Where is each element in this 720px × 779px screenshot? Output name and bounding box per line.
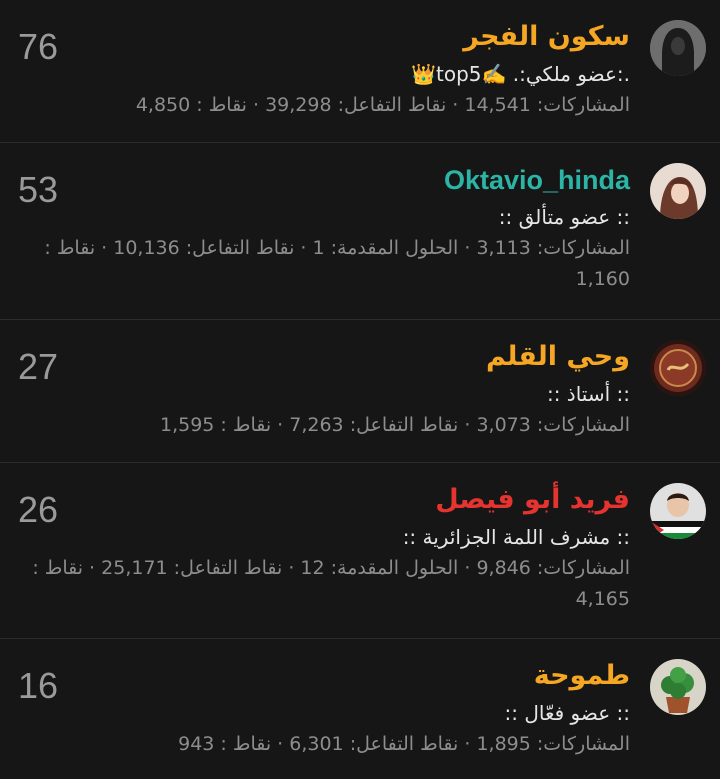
list-item[interactable]: 16 طموحة :: عضو فعّال :: المشاركات: 1,89… (0, 639, 720, 779)
username[interactable]: فريد أبو فيصل (14, 481, 630, 519)
member-stats: المشاركات: 1,895 · نقاط التفاعل: 6,301 ·… (178, 733, 630, 755)
member-rank: :: عضو فعّال :: (504, 701, 630, 725)
member-rank: :: مشرف اللمة الجزائرية :: (402, 525, 630, 549)
avatar[interactable] (650, 659, 706, 715)
hooded-figure-avatar-icon (650, 20, 706, 76)
girl-portrait-avatar-icon (650, 163, 706, 219)
avatar[interactable] (650, 163, 706, 219)
list-item[interactable]: 53 Oktavio_hinda :: عضو متألق :: المشارك… (0, 143, 720, 320)
member-stats: المشاركات: 3,113 · الحلول المقدمة: 1 · ن… (44, 237, 630, 290)
member-leaderboard: 76 سكون الفجر .:عضو ملكي:. ✍️top5👑 المشا… (0, 0, 720, 779)
member-stats: المشاركات: 3,073 · نقاط التفاعل: 7,263 ·… (159, 414, 630, 436)
calligraphy-medallion-avatar-icon (650, 340, 706, 396)
avatar[interactable] (650, 340, 706, 396)
username[interactable]: Oktavio_hinda (14, 161, 630, 199)
member-rank: :: أستاذ :: (546, 382, 630, 406)
username[interactable]: وحي القلم (14, 338, 630, 376)
potted-plant-avatar-icon (650, 659, 706, 715)
username[interactable]: طموحة (14, 657, 630, 695)
member-stats: المشاركات: 9,846 · الحلول المقدمة: 12 · … (32, 557, 630, 610)
avatar[interactable] (650, 20, 706, 76)
list-item[interactable]: 26 فريد أبو فيصل :: مشرف اللمة الجزائرية… (0, 463, 720, 639)
member-rank: :: عضو متألق :: (498, 205, 630, 229)
member-stats: المشاركات: 14,541 · نقاط التفاعل: 39,298… (135, 94, 630, 116)
username[interactable]: سكون الفجر (14, 18, 630, 56)
child-palestine-flag-avatar-icon (650, 483, 706, 539)
avatar[interactable] (650, 483, 706, 539)
member-rank: .:عضو ملكي:. ✍️top5👑 (411, 62, 630, 86)
list-item[interactable]: 76 سكون الفجر .:عضو ملكي:. ✍️top5👑 المشا… (0, 0, 720, 143)
list-item[interactable]: 27 وحي القلم :: أستاذ :: المشاركات: 3,07… (0, 320, 720, 463)
